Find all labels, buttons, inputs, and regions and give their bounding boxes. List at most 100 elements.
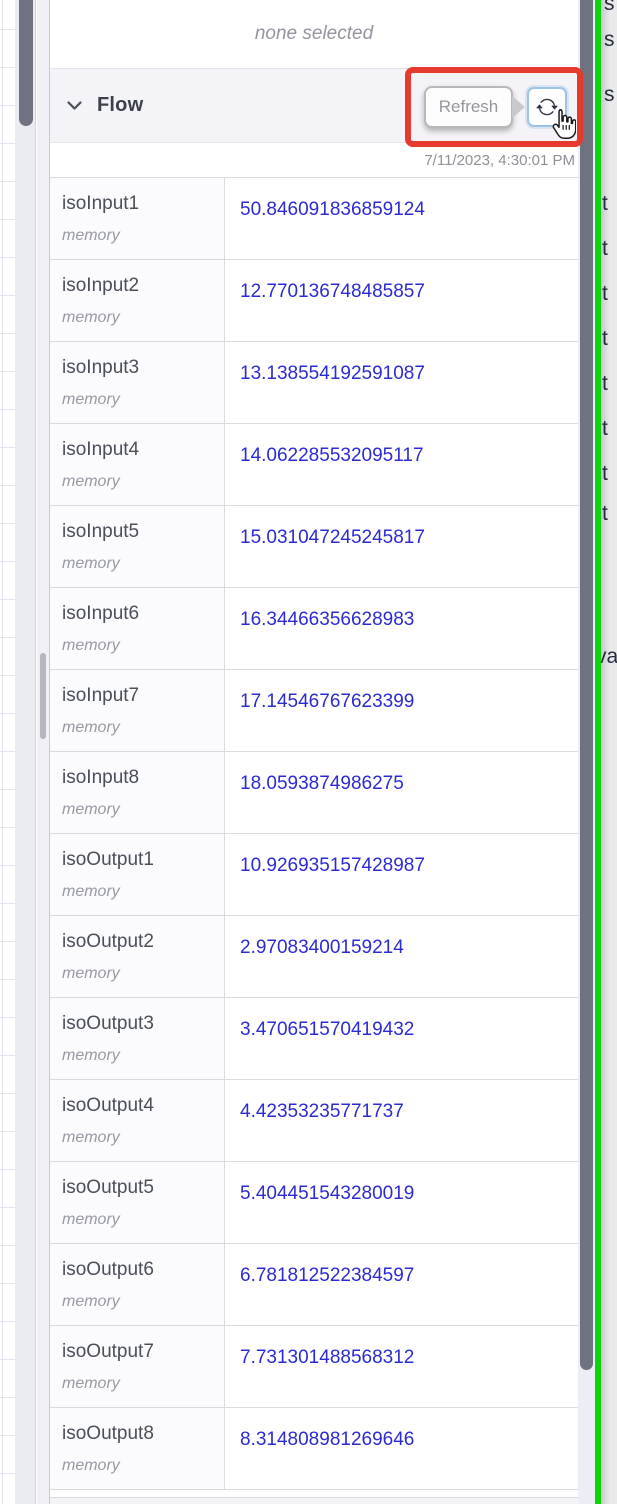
telemetry-name: isoInput8 [62,767,140,788]
telemetry-name: isoOutput7 [62,1341,154,1362]
telemetry-source: memory [62,1129,120,1146]
inner-scrollbar-track[interactable] [37,0,50,1504]
telemetry-row: isoInput7 memory 17.14546767623399 [50,670,578,752]
telemetry-source: memory [62,1375,120,1392]
tooltip-arrow [512,96,525,118]
right-scrollbar-track[interactable] [578,0,595,1504]
telemetry-value: 18.0593874986275 [240,773,404,794]
telemetry-value: 10.926935157428987 [240,855,425,876]
telemetry-name-cell: isoInput4 memory [50,424,225,505]
telemetry-value-cell: 12.770136748485857 [225,260,578,341]
telemetry-name-cell: isoInput2 memory [50,260,225,341]
telemetry-name: isoOutput1 [62,849,154,870]
telemetry-source: memory [62,965,120,982]
telemetry-value-cell: 10.926935157428987 [225,834,578,915]
telemetry-name-cell: isoInput6 memory [50,588,225,669]
telemetry-value: 16.34466356628983 [240,609,415,630]
chevron-down-icon[interactable] [67,100,82,111]
telemetry-value: 6.781812522384597 [240,1265,415,1286]
telemetry-name-cell: isoInput8 memory [50,752,225,833]
code-editor-edge: s s s t t t t t t t t va [601,0,617,1504]
telemetry-row: isoOutput1 memory 10.926935157428987 [50,834,578,916]
right-scrollbar-thumb[interactable] [580,0,593,1370]
telemetry-name-cell: isoInput7 memory [50,670,225,751]
code-text-fragment: t [602,327,608,350]
telemetry-table: isoInput1 memory 50.846091836859124 isoInpu… [50,177,578,1490]
code-text-fragment: s [604,83,615,106]
next-section-edge [50,1497,578,1504]
screenshot-root: none selected Flow 7/11/2023, 4:30:01 PM… [0,0,617,1504]
inspector-panel: none selected Flow 7/11/2023, 4:30:01 PM… [50,0,578,1504]
telemetry-row: isoInput6 memory 16.34466356628983 [50,588,578,670]
telemetry-value-cell: 2.97083400159214 [225,916,578,997]
telemetry-name-cell: isoInput5 memory [50,506,225,587]
telemetry-name: isoInput5 [62,521,140,542]
telemetry-value: 17.14546767623399 [240,691,415,712]
telemetry-source: memory [62,227,120,244]
telemetry-value-cell: 3.470651570419432 [225,998,578,1079]
telemetry-value: 4.42353235771737 [240,1101,404,1122]
telemetry-row: isoInput3 memory 13.138554192591087 [50,342,578,424]
code-text-fragment: s [604,0,615,15]
telemetry-name: isoOutput6 [62,1259,154,1280]
telemetry-value-cell: 17.14546767623399 [225,670,578,751]
code-text-fragment: t [602,372,608,395]
telemetry-name-cell: isoOutput4 memory [50,1080,225,1161]
telemetry-name-cell: isoOutput1 memory [50,834,225,915]
telemetry-name: isoInput7 [62,685,140,706]
code-text-fragment: t [602,192,608,215]
telemetry-value-cell: 15.031047245245817 [225,506,578,587]
last-updated-timestamp: 7/11/2023, 4:30:01 PM [424,151,575,169]
telemetry-row: isoOutput3 memory 3.470651570419432 [50,998,578,1080]
code-text-fragment: t [602,462,608,485]
telemetry-row: isoOutput8 memory 8.314808981269646 [50,1408,578,1490]
telemetry-name-cell: isoInput1 memory [50,178,225,259]
telemetry-source: memory [62,883,120,900]
code-text-fragment: t [602,502,608,525]
telemetry-name-cell: isoOutput5 memory [50,1162,225,1243]
telemetry-value: 50.846091836859124 [240,199,425,220]
telemetry-value: 7.731301488568312 [240,1347,415,1368]
telemetry-value: 2.97083400159214 [240,937,404,958]
telemetry-source: memory [62,1211,120,1228]
telemetry-name-cell: isoOutput2 memory [50,916,225,997]
telemetry-value-cell: 7.731301488568312 [225,1326,578,1407]
inner-scrollbar-thumb[interactable] [40,653,46,739]
telemetry-source: memory [62,637,120,654]
telemetry-row: isoOutput4 memory 4.42353235771737 [50,1080,578,1162]
telemetry-value-cell: 8.314808981269646 [225,1408,578,1489]
telemetry-row: isoOutput5 memory 5.404451543280019 [50,1162,578,1244]
telemetry-source: memory [62,391,120,408]
telemetry-value: 5.404451543280019 [240,1183,415,1204]
telemetry-row: isoInput5 memory 15.031047245245817 [50,506,578,588]
none-selected-label: none selected [254,23,374,44]
telemetry-source: memory [62,1457,120,1474]
code-text-fragment: s [604,28,615,51]
telemetry-name: isoInput1 [62,193,140,214]
telemetry-source: memory [62,473,120,490]
telemetry-name: isoInput3 [62,357,140,378]
telemetry-value-cell: 14.062285532095117 [225,424,578,505]
code-text-fragment: t [602,417,608,440]
telemetry-value: 13.138554192591087 [240,363,425,384]
telemetry-source: memory [62,1047,120,1064]
telemetry-name-cell: isoInput3 memory [50,342,225,423]
none-selected-area: none selected [50,0,578,69]
telemetry-value: 8.314808981269646 [240,1429,415,1450]
telemetry-row: isoInput8 memory 18.0593874986275 [50,752,578,834]
telemetry-source: memory [62,801,120,818]
telemetry-name: isoOutput2 [62,931,154,952]
left-scrollbar-track[interactable] [15,0,36,1504]
telemetry-source: memory [62,555,120,572]
telemetry-row: isoInput4 memory 14.062285532095117 [50,424,578,506]
telemetry-value-cell: 6.781812522384597 [225,1244,578,1325]
telemetry-name: isoOutput5 [62,1177,154,1198]
refresh-tooltip-label: Refresh [438,97,499,116]
telemetry-value: 3.470651570419432 [240,1019,415,1040]
flow-section-title: Flow [97,94,144,116]
timestamp-bar: 7/11/2023, 4:30:01 PM [50,143,578,177]
left-scrollbar-thumb[interactable] [19,0,33,126]
telemetry-row: isoOutput7 memory 7.731301488568312 [50,1326,578,1408]
telemetry-row: isoOutput2 memory 2.97083400159214 [50,916,578,998]
telemetry-name-cell: isoOutput6 memory [50,1244,225,1325]
